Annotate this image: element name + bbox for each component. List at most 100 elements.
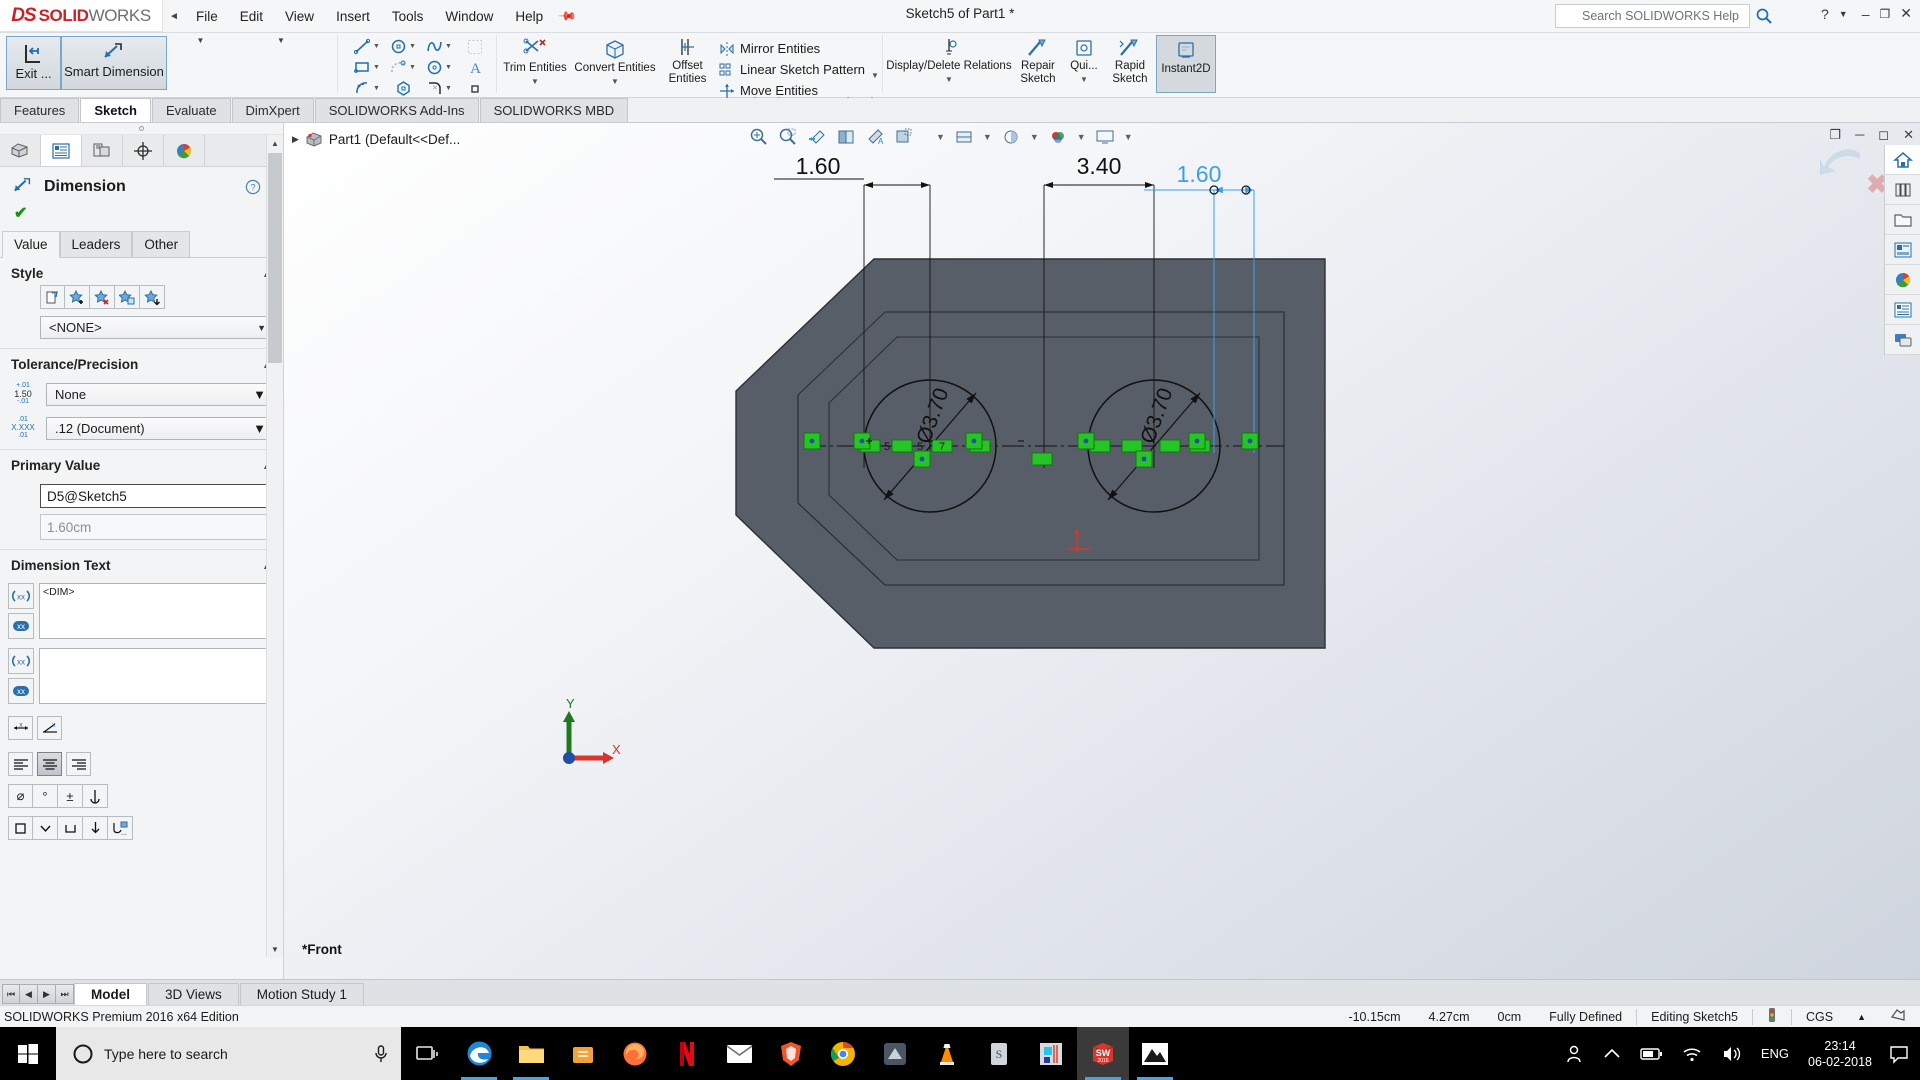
dimension-text-input-2[interactable] bbox=[39, 648, 271, 704]
viewport-icon[interactable] bbox=[1095, 127, 1115, 147]
view-palette-icon[interactable] bbox=[1885, 235, 1920, 265]
windows-start-icon[interactable] bbox=[0, 1027, 56, 1080]
appearances-scenes-icon[interactable] bbox=[1885, 265, 1920, 295]
viewport-dropdown-icon[interactable]: ▼ bbox=[1124, 132, 1133, 142]
relations-dropdown-icon[interactable]: ▼ bbox=[945, 75, 953, 84]
feature-tree-root-label[interactable]: Part1 (Default<<Def... bbox=[329, 132, 460, 147]
vlc-icon[interactable] bbox=[921, 1027, 973, 1080]
tab-features[interactable]: Features bbox=[0, 98, 79, 122]
menu-collapse-arrow[interactable]: ◄ bbox=[163, 11, 185, 22]
tab-3d-views[interactable]: 3D Views bbox=[148, 983, 239, 1005]
people-icon[interactable] bbox=[1554, 1027, 1594, 1080]
settings-dropdown-icon[interactable]: ▼ bbox=[1077, 132, 1086, 142]
scroll-thumb[interactable] bbox=[268, 153, 282, 363]
chrome-icon[interactable] bbox=[817, 1027, 869, 1080]
search-icon[interactable] bbox=[1755, 7, 1773, 25]
help-dropdown-icon[interactable]: ▼ bbox=[1839, 9, 1848, 19]
edit-appearance-icon[interactable] bbox=[954, 127, 974, 147]
degree-symbol-button[interactable]: ° bbox=[33, 784, 58, 808]
last-tab-icon[interactable]: ⏭ bbox=[56, 984, 74, 1004]
wifi-icon[interactable] bbox=[1672, 1027, 1712, 1080]
dimension-value-input[interactable]: 1.60cm bbox=[40, 514, 271, 540]
point-tool[interactable] bbox=[457, 78, 493, 99]
dimxpert-manager-tab[interactable] bbox=[123, 135, 164, 166]
rectangle-tool[interactable]: ▼ bbox=[349, 57, 385, 78]
mirror-entities-item[interactable]: Mirror Entities bbox=[715, 38, 869, 59]
help-search-input[interactable]: Search SOLIDWORKS Help bbox=[1555, 4, 1750, 28]
file-explorer-icon[interactable] bbox=[505, 1027, 557, 1080]
dim-text-3[interactable]: 1.60 bbox=[1177, 161, 1222, 187]
brave-icon[interactable] bbox=[765, 1027, 817, 1080]
notification-icon[interactable] bbox=[1882, 1027, 1916, 1080]
add-parenthesis-button[interactable]: xx bbox=[8, 583, 34, 609]
convert-entities-button[interactable]: Convert Entities ▼ bbox=[570, 33, 660, 86]
chevron-down-symbol-button[interactable] bbox=[33, 816, 58, 840]
custom-properties-icon[interactable] bbox=[1885, 295, 1920, 325]
menu-help[interactable]: Help bbox=[504, 4, 554, 29]
circle-dropdown-icon[interactable]: ▼ bbox=[409, 43, 416, 50]
offset-text-button[interactable]: x bbox=[8, 716, 33, 740]
display-style-dropdown-icon[interactable]: ▼ bbox=[936, 132, 945, 142]
surface-finish-symbol-button[interactable] bbox=[58, 816, 83, 840]
appearance-dropdown-icon[interactable]: ▼ bbox=[983, 132, 992, 142]
menu-view[interactable]: View bbox=[274, 4, 325, 29]
align-right-button[interactable] bbox=[66, 752, 91, 776]
smart-dimension-button[interactable]: Smart Dimension bbox=[61, 36, 167, 90]
dimension-text-input[interactable]: <DIM> bbox=[39, 583, 271, 639]
feature-tree-root[interactable]: ▶ Part1 (Default<<Def... bbox=[284, 123, 704, 155]
language-indicator[interactable]: ENG bbox=[1752, 1027, 1798, 1080]
sketch-text-tool[interactable]: A bbox=[457, 57, 493, 78]
scroll-down-icon[interactable]: ▼ bbox=[267, 941, 283, 957]
quick-snaps-button[interactable]: Qui... ▼ bbox=[1064, 33, 1104, 84]
down-arrow-symbol-button[interactable] bbox=[83, 816, 108, 840]
tab-sketch[interactable]: Sketch bbox=[80, 98, 151, 122]
tree-expand-arrow[interactable]: ▶ bbox=[292, 134, 299, 145]
repair-sketch-button[interactable]: Repair Sketch bbox=[1012, 33, 1064, 85]
circle-tool[interactable]: ▼ bbox=[385, 36, 421, 57]
photos-icon[interactable] bbox=[1129, 1027, 1181, 1080]
graphics-area[interactable]: ❐ ─ ◻ ✕ A ▼ ▼ ▼ ▼ ▼ ✖ bbox=[284, 123, 1920, 979]
design-library-icon[interactable] bbox=[1885, 175, 1920, 205]
inspection-dimension-button[interactable]: xx bbox=[8, 613, 34, 639]
menu-window[interactable]: Window bbox=[434, 4, 504, 29]
line-dropdown-icon[interactable]: ▼ bbox=[373, 43, 380, 50]
help-button[interactable]: ? bbox=[1821, 6, 1829, 22]
view-orientation-icon[interactable] bbox=[836, 127, 856, 147]
plus-minus-symbol-button[interactable]: ± bbox=[58, 784, 83, 808]
style-select[interactable]: <NONE> ▼ bbox=[40, 316, 271, 339]
dim-text-1[interactable]: 1.60 bbox=[796, 153, 841, 179]
tab-evaluate[interactable]: Evaluate bbox=[152, 98, 231, 122]
centerline-symbol-button[interactable] bbox=[83, 784, 108, 808]
dimension-name-input[interactable]: D5@Sketch5 bbox=[40, 484, 271, 508]
mail-icon[interactable] bbox=[713, 1027, 765, 1080]
dim-text-2[interactable]: 3.40 bbox=[1077, 153, 1122, 179]
pin-menu-icon[interactable]: 📌 bbox=[557, 6, 577, 26]
store-icon[interactable] bbox=[557, 1027, 609, 1080]
tab-model[interactable]: Model bbox=[74, 983, 147, 1005]
part-body[interactable] bbox=[736, 259, 1325, 648]
display-manager-tab[interactable] bbox=[164, 135, 205, 166]
rapid-sketch-button[interactable]: Rapid Sketch bbox=[1104, 33, 1156, 85]
modify-dropdown-icon[interactable]: ▼ bbox=[871, 71, 879, 80]
sketch-pattern-grid[interactable] bbox=[457, 36, 493, 57]
taskbar-clock[interactable]: 23:14 06-02-2018 bbox=[1798, 1038, 1882, 1070]
linear-sketch-pattern-item[interactable]: Linear Sketch Pattern bbox=[715, 59, 869, 80]
minimize-button[interactable]: – bbox=[1862, 6, 1870, 22]
align-center-button[interactable] bbox=[37, 752, 62, 776]
doc-minimize-icon[interactable]: ─ bbox=[1855, 127, 1864, 143]
exit-sketch-dropdown[interactable]: ▼ bbox=[173, 33, 228, 47]
status-overlay-icon[interactable] bbox=[1876, 1007, 1920, 1026]
more-symbols-button[interactable]: ... bbox=[108, 816, 133, 840]
close-button[interactable]: ✕ bbox=[1900, 5, 1912, 22]
microphone-icon[interactable] bbox=[373, 1044, 389, 1064]
section-view-icon[interactable] bbox=[807, 127, 827, 147]
scroll-up-icon[interactable]: ▲ bbox=[267, 135, 283, 151]
tolerance-type-select[interactable]: None ▼ bbox=[46, 383, 271, 406]
app-icon[interactable] bbox=[869, 1027, 921, 1080]
configuration-manager-tab[interactable] bbox=[82, 135, 123, 166]
property-manager-tab[interactable] bbox=[41, 135, 82, 166]
sketch-fillet-tool[interactable]: ▼ bbox=[349, 78, 385, 99]
instant2d-button[interactable]: Instant2D bbox=[1156, 35, 1216, 93]
doc-close-icon[interactable]: ✕ bbox=[1903, 127, 1914, 143]
tab-dimxpert[interactable]: DimXpert bbox=[232, 98, 314, 122]
